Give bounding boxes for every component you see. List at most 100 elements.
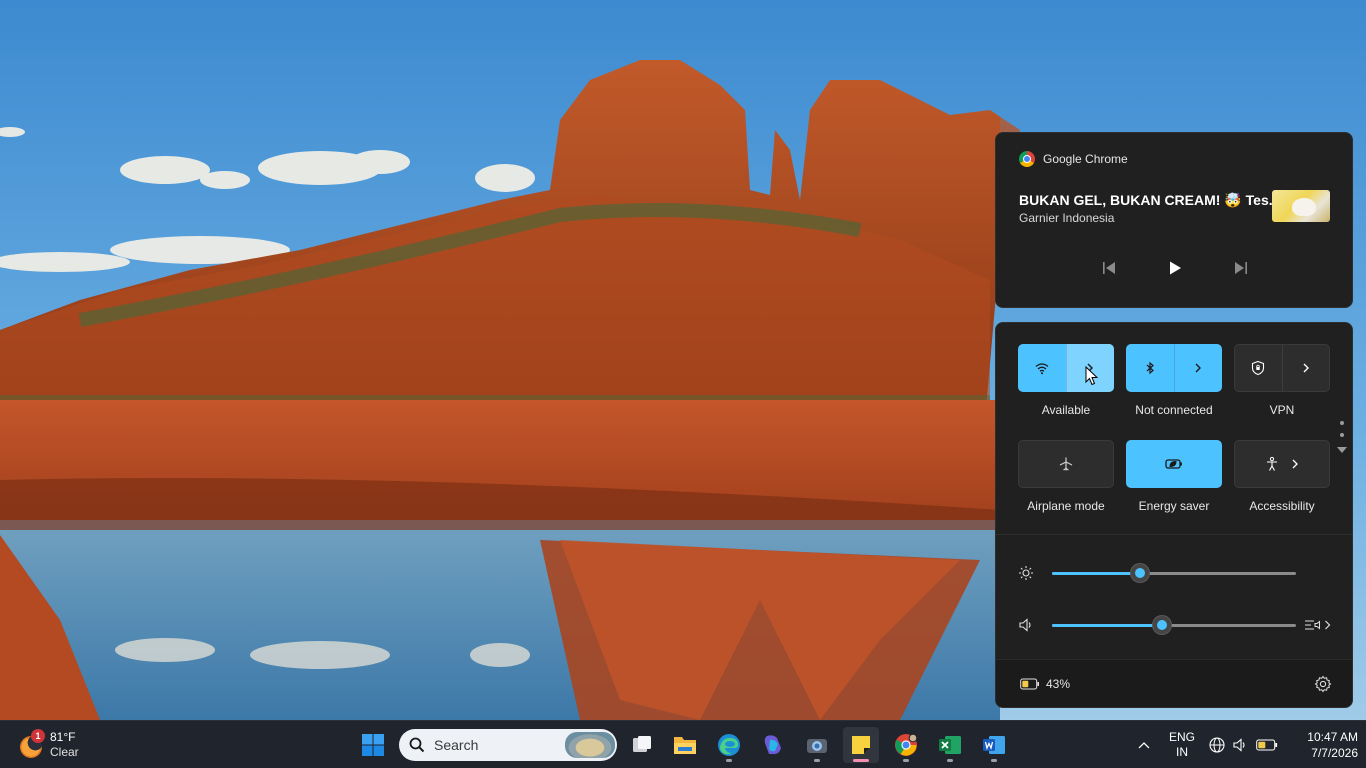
- vpn-tile: [1234, 344, 1330, 392]
- sticky-notes-icon: [852, 736, 870, 754]
- search-placeholder: Search: [434, 737, 479, 753]
- clock-time: 10:47 AM: [1307, 730, 1358, 744]
- energy-saver-toggle-button[interactable]: [1126, 440, 1222, 488]
- previous-track-button[interactable]: [1095, 255, 1123, 281]
- volume-slider-thumb[interactable]: [1152, 616, 1171, 634]
- edge-icon: [718, 734, 740, 756]
- accessibility-button[interactable]: [1235, 441, 1329, 487]
- play-button[interactable]: [1161, 255, 1189, 281]
- vpn-toggle-button[interactable]: [1235, 345, 1282, 391]
- brightness-slider[interactable]: [1052, 564, 1296, 582]
- next-track-button[interactable]: [1227, 255, 1255, 281]
- system-tray-quick-settings-button[interactable]: [1208, 733, 1286, 757]
- bluetooth-icon: [1146, 361, 1154, 375]
- volume-slider-row: [996, 613, 1352, 637]
- settings-button[interactable]: [1314, 675, 1332, 693]
- vpn-shield-icon: [1252, 360, 1265, 376]
- vpn-tile-label: VPN: [1269, 403, 1295, 417]
- quick-settings-footer: 43%: [996, 659, 1352, 707]
- running-indicator: [903, 759, 909, 762]
- bluetooth-toggle-button[interactable]: [1126, 344, 1174, 392]
- airplane-mode-tile: [1018, 440, 1114, 488]
- brightness-icon: [1019, 566, 1033, 580]
- next-page-arrow-icon[interactable]: [1337, 447, 1347, 453]
- divider: [996, 534, 1352, 535]
- media-controls: [996, 255, 1354, 281]
- media-source: Google Chrome: [1019, 151, 1128, 167]
- search-highlight-image: [565, 732, 615, 758]
- airplane-mode-toggle-button[interactable]: [1019, 441, 1113, 487]
- vpn-expand-button[interactable]: [1281, 345, 1330, 391]
- wifi-tile-label: Available: [1041, 403, 1091, 417]
- speaker-icon[interactable]: [1018, 617, 1034, 633]
- camera-app-icon: [807, 739, 827, 753]
- chevron-right-icon: [1195, 363, 1202, 373]
- quick-settings-panel: Available Not connected VPN Airplane mod…: [995, 322, 1353, 708]
- language-region: IN: [1176, 745, 1188, 759]
- input-language-indicator[interactable]: ENG IN: [1162, 730, 1202, 760]
- search-icon: [409, 737, 425, 753]
- show-hidden-icons-button[interactable]: [1134, 735, 1154, 755]
- volume-icon: [1233, 738, 1245, 752]
- gear-icon: [1314, 675, 1332, 693]
- wifi-icon: [1035, 363, 1049, 375]
- volume-slider-fill: [1052, 624, 1162, 627]
- media-app-name: Google Chrome: [1043, 152, 1128, 166]
- clock[interactable]: 10:47 AM 7/7/2026: [1288, 729, 1358, 761]
- brightness-slider-thumb[interactable]: [1130, 564, 1149, 582]
- accessibility-tile-label: Accessibility: [1249, 499, 1315, 513]
- chrome-icon: [895, 733, 918, 756]
- energy-saver-icon: [1165, 459, 1182, 469]
- weather-widget[interactable]: 1 81°F Clear: [18, 728, 88, 762]
- file-explorer-icon: [674, 737, 696, 754]
- chevron-right-icon: [1303, 363, 1309, 373]
- chevron-right-icon: [1325, 620, 1331, 630]
- next-icon: [1235, 262, 1247, 274]
- weather-temperature: 81°F: [50, 730, 76, 744]
- media-title: BUKAN GEL, BUKAN CREAM! 🤯 Tes...: [1019, 192, 1281, 208]
- accessibility-tile: [1234, 440, 1330, 488]
- task-view-button[interactable]: [624, 727, 660, 763]
- word-button[interactable]: [976, 727, 1012, 763]
- edge-button[interactable]: [711, 727, 747, 763]
- battery-percent: 43%: [1046, 677, 1071, 691]
- running-indicator: [814, 759, 820, 762]
- camera-app-button[interactable]: [799, 727, 835, 763]
- task-view-icon: [633, 736, 651, 752]
- chrome-icon: [1019, 151, 1035, 167]
- wifi-toggle-button[interactable]: [1018, 344, 1066, 392]
- media-thumbnail: [1272, 190, 1330, 222]
- sticky-notes-button[interactable]: [843, 727, 879, 763]
- bluetooth-expand-button[interactable]: [1173, 344, 1223, 392]
- page-indicator-dot[interactable]: [1340, 421, 1344, 425]
- audio-output-button[interactable]: [1304, 615, 1332, 635]
- wifi-expand-button[interactable]: [1065, 344, 1114, 392]
- brightness-slider-row: [996, 561, 1352, 585]
- running-indicator: [991, 759, 997, 762]
- running-indicator: [726, 759, 732, 762]
- excel-button[interactable]: [932, 727, 968, 763]
- media-artist: Garnier Indonesia: [1019, 211, 1115, 225]
- chevron-right-icon: [1087, 363, 1094, 373]
- chevron-right-icon: [1292, 459, 1298, 469]
- battery-status[interactable]: 43%: [1020, 677, 1070, 691]
- file-explorer-button[interactable]: [667, 727, 703, 763]
- notification-badge: 1: [31, 729, 45, 743]
- copilot-icon: [764, 735, 781, 755]
- globe-icon: [1209, 737, 1225, 753]
- sound-output-icon: [1305, 620, 1320, 630]
- copilot-button[interactable]: [755, 727, 791, 763]
- chevron-up-icon: [1138, 742, 1150, 749]
- start-button[interactable]: [355, 727, 391, 763]
- bluetooth-tile-label: Not connected: [1135, 403, 1213, 417]
- battery-icon: [1020, 678, 1039, 690]
- energy-saver-tile: [1126, 440, 1222, 488]
- accessibility-icon: [1267, 456, 1277, 471]
- running-indicator: [853, 759, 869, 762]
- start-icon: [362, 734, 384, 756]
- volume-slider[interactable]: [1052, 616, 1296, 634]
- chrome-button[interactable]: [888, 727, 924, 763]
- page-indicator-dot[interactable]: [1340, 433, 1344, 437]
- word-icon: [983, 736, 1005, 754]
- taskbar-search-box[interactable]: Search: [399, 729, 617, 761]
